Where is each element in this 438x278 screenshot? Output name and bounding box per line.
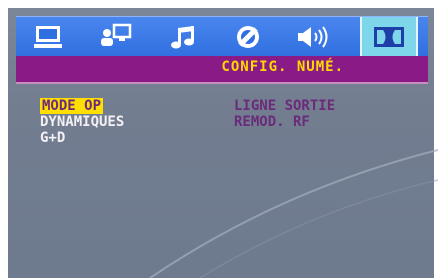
right-border xyxy=(434,8,438,278)
option-dynamiques[interactable]: DYNAMIQUES xyxy=(40,114,124,130)
music-note-icon xyxy=(171,26,194,49)
option-ligne-sortie[interactable]: LIGNE SORTIE xyxy=(234,98,335,114)
person-screen-icon xyxy=(101,23,132,46)
osd-screen: CONFIG. NUMÉ. MODE OP DYNAMIQUES G+D LIG… xyxy=(0,0,438,278)
menu-bar xyxy=(16,16,428,57)
tab-digital[interactable] xyxy=(360,17,418,57)
page-title: CONFIG. NUMÉ. xyxy=(221,59,344,75)
tab-speaker[interactable] xyxy=(286,17,342,57)
circle-slash-icon xyxy=(237,26,259,48)
option-g-plus-d[interactable]: G+D xyxy=(40,130,124,146)
dolby-icon xyxy=(374,27,404,47)
options-column-right: LIGNE SORTIE REMOD. RF xyxy=(234,98,335,130)
tab-video[interactable] xyxy=(90,17,142,57)
left-border xyxy=(0,8,8,278)
options-column-left: MODE OP DYNAMIQUES G+D xyxy=(40,98,124,146)
tab-audio[interactable] xyxy=(158,17,210,57)
option-mode-op[interactable]: MODE OP xyxy=(40,98,104,114)
title-bar: CONFIG. NUMÉ. xyxy=(16,56,428,84)
top-border xyxy=(0,0,438,8)
tab-general[interactable] xyxy=(22,17,74,57)
tab-rating[interactable] xyxy=(222,17,274,57)
monitor-icon xyxy=(34,26,62,48)
speaker-icon xyxy=(298,26,328,48)
option-remod-rf[interactable]: REMOD. RF xyxy=(234,114,335,130)
